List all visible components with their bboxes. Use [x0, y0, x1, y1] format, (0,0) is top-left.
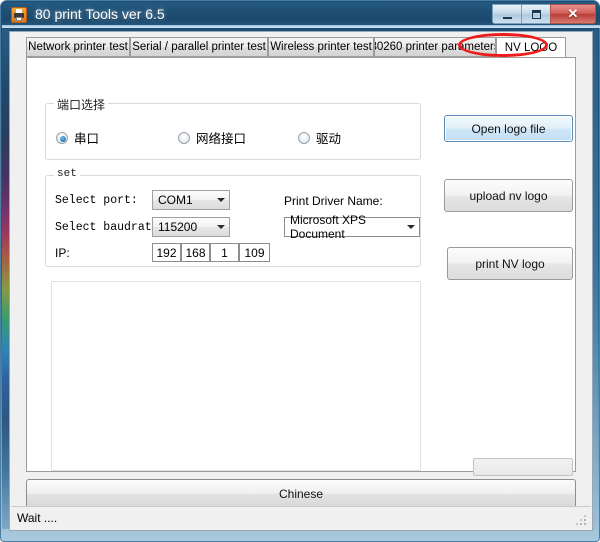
select-baudrate-label: Select baudrat — [55, 221, 152, 234]
upload-nv-logo-button[interactable]: upload nv logo — [444, 179, 573, 212]
dialog-body: Network printer test Serial / parallel p… — [10, 32, 592, 530]
app-window: 80 print Tools ver 6.5 ✕ Network printer… — [0, 0, 600, 542]
ip-octet-1-field[interactable]: 192 — [152, 243, 181, 262]
ip-octet-4-value: 109 — [244, 245, 265, 260]
window-glass-edge-left — [2, 29, 9, 529]
select-port-combobox[interactable]: COM1 — [152, 190, 230, 210]
window-title: 80 print Tools ver 6.5 — [35, 6, 165, 22]
minimize-button[interactable] — [492, 4, 521, 24]
open-logo-file-label: Open logo file — [471, 121, 546, 136]
ip-octet-1-value: 192 — [156, 245, 177, 260]
select-port-label: Select port: — [55, 194, 138, 207]
printer-icon — [11, 7, 27, 23]
tab-label: Wireless printer test — [270, 41, 372, 53]
chevron-down-icon — [407, 225, 415, 229]
radio-indicator-icon — [298, 131, 310, 144]
radio-label: 网络接口 — [196, 132, 247, 146]
minimize-icon — [503, 17, 512, 19]
tab-label: Serial / parallel printer test — [132, 41, 266, 53]
tab-label: Network printer test — [28, 41, 128, 53]
close-button[interactable]: ✕ — [550, 4, 596, 24]
radio-indicator-icon — [178, 131, 190, 144]
ip-octet-2-field[interactable]: 168 — [181, 243, 210, 262]
radio-indicator-icon — [56, 131, 68, 144]
tab-80260-printer-parameters[interactable]: 80260 printer parameters — [374, 37, 496, 57]
chevron-down-icon — [217, 198, 225, 202]
set-legend: set — [54, 168, 80, 180]
print-nv-logo-button[interactable]: print NV logo — [447, 247, 573, 280]
tab-network-printer-test[interactable]: Network printer test — [26, 37, 130, 57]
language-toggle-label: Chinese — [278, 487, 324, 501]
print-driver-name-value: Microsoft XPS Document — [290, 213, 367, 241]
tab-panel-nv-logo: 端口选择 串口 网络接口 驱动 set Select port: COM1 Se… — [26, 57, 576, 476]
maximize-icon — [532, 10, 541, 19]
print-driver-name-combobox[interactable]: Microsoft XPS Document — [284, 213, 420, 241]
radio-driver[interactable]: 驱动 — [298, 128, 341, 147]
select-port-value: COM1 — [158, 193, 193, 207]
ip-octet-3-value: 1 — [221, 245, 228, 260]
print-driver-name-label: Print Driver Name: — [284, 194, 383, 208]
status-text: Wait .... — [17, 511, 58, 525]
ip-label: IP: — [55, 246, 70, 260]
window-controls: ✕ — [492, 4, 596, 25]
close-icon: ✕ — [567, 6, 579, 21]
radio-network-interface[interactable]: 网络接口 — [178, 128, 246, 147]
select-baudrate-combobox[interactable]: 115200 — [152, 217, 230, 237]
set-group: set Select port: COM1 Select baudrat 115… — [45, 168, 421, 267]
ip-octet-2-value: 168 — [185, 245, 206, 260]
tab-label: 80260 printer parameters — [374, 41, 496, 53]
radio-label: 串口 — [74, 132, 100, 146]
tab-serial-parallel-printer-test[interactable]: Serial / parallel printer test — [130, 37, 268, 57]
client-area: Network printer test Serial / parallel p… — [9, 31, 593, 531]
tab-label: NV LOGO — [504, 41, 558, 54]
maximize-button[interactable] — [521, 4, 550, 24]
ip-octet-3-field[interactable]: 1 — [210, 243, 239, 262]
radio-label: 驱动 — [316, 132, 342, 146]
tab-wireless-printer-test[interactable]: Wireless printer test — [268, 37, 374, 57]
port-selection-legend: 端口选择 — [54, 96, 109, 113]
logo-preview-pane[interactable] — [51, 281, 421, 471]
status-bar: Wait .... — [11, 506, 591, 529]
upload-nv-logo-label: upload nv logo — [469, 188, 548, 203]
print-nv-logo-label: print NV logo — [475, 256, 545, 271]
port-selection-group: 端口选择 串口 网络接口 驱动 — [45, 96, 421, 160]
tab-nv-logo[interactable]: NV LOGO — [496, 37, 566, 58]
resize-grip-icon[interactable] — [576, 515, 588, 527]
radio-serial-port[interactable]: 串口 — [56, 128, 99, 147]
select-baudrate-value: 115200 — [158, 220, 198, 234]
tab-strip: Network printer test Serial / parallel p… — [26, 37, 576, 58]
chevron-down-icon — [217, 225, 225, 229]
progress-bar — [473, 458, 573, 476]
ip-octet-4-field[interactable]: 109 — [239, 243, 270, 262]
language-toggle-button[interactable]: Chinese — [26, 479, 576, 509]
open-logo-file-button[interactable]: Open logo file — [444, 115, 573, 142]
title-bar[interactable]: 80 print Tools ver 6.5 ✕ — [2, 2, 600, 28]
